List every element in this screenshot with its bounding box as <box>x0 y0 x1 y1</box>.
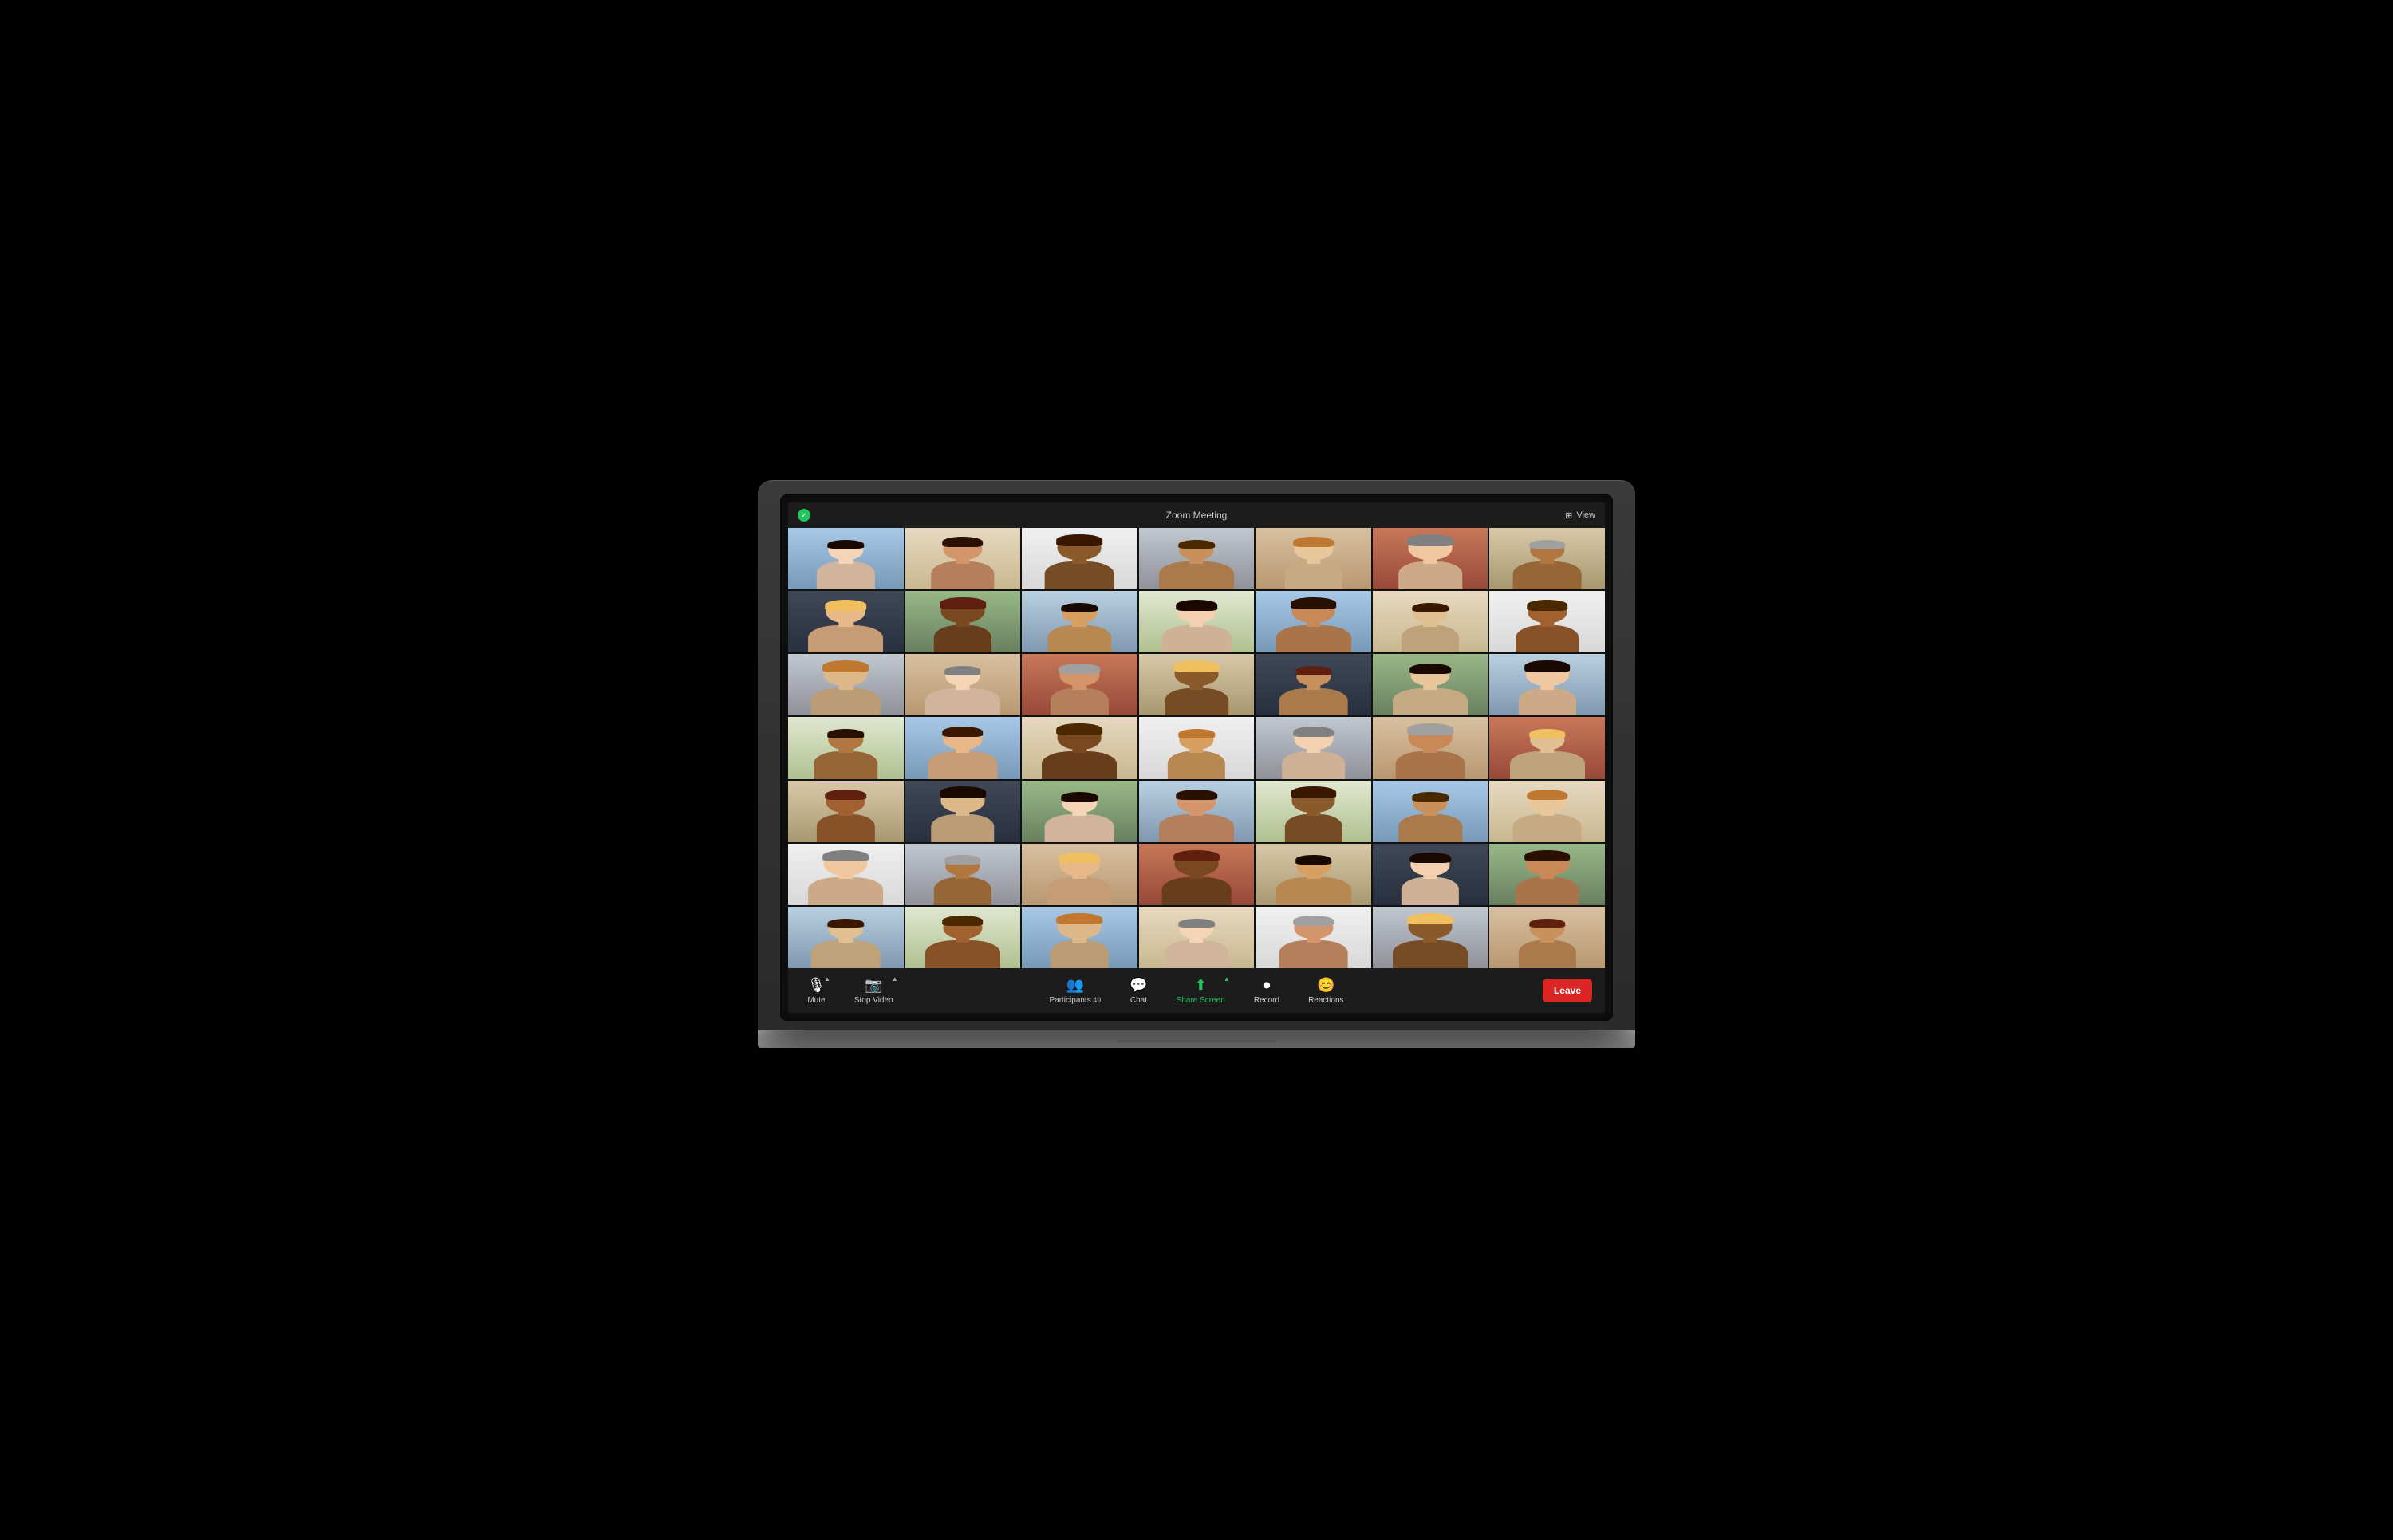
video-cell[interactable] <box>1139 844 1255 905</box>
video-cell[interactable] <box>1139 528 1255 589</box>
stop-video-button[interactable]: ▲ 📷 Stop Video <box>848 974 900 1008</box>
toolbar-center: 👥 Participants 49 💬 Chat ▲ ⬆ Share S <box>1043 974 1350 1008</box>
video-cell[interactable] <box>788 654 904 715</box>
video-cell[interactable] <box>1373 591 1488 652</box>
video-cell[interactable] <box>1139 654 1255 715</box>
share-screen-button[interactable]: ▲ ⬆ Share Screen <box>1170 974 1232 1008</box>
toolbar: ▲ 🎙 Mute ▲ 📷 Stop Video <box>788 968 1605 1013</box>
view-button[interactable]: ⊞ View <box>1565 510 1595 521</box>
mute-label: Mute <box>807 996 825 1005</box>
chat-button[interactable]: 💬 Chat <box>1123 974 1153 1008</box>
video-cell[interactable] <box>1256 844 1371 905</box>
laptop-notch <box>1117 1040 1276 1045</box>
participants-label: Participants 49 <box>1049 996 1101 1005</box>
video-cell[interactable] <box>1256 907 1371 968</box>
video-cell[interactable] <box>1373 528 1488 589</box>
video-cell[interactable] <box>788 528 904 589</box>
video-cell[interactable] <box>905 781 1021 842</box>
video-cell[interactable] <box>1489 717 1605 778</box>
view-label: View <box>1576 510 1595 520</box>
share-caret: ▲ <box>1224 975 1230 983</box>
reactions-icon: 😊 <box>1317 977 1334 994</box>
video-cell[interactable] <box>905 591 1021 652</box>
screen: ✓ Zoom Meeting ⊞ View <box>788 502 1605 1013</box>
view-grid-icon: ⊞ <box>1565 510 1572 521</box>
video-cell[interactable] <box>788 717 904 778</box>
video-cell[interactable] <box>1139 717 1255 778</box>
share-icon: ⬆ <box>1195 977 1207 994</box>
video-cell[interactable] <box>1256 591 1371 652</box>
video-cell[interactable] <box>1489 844 1605 905</box>
mute-button[interactable]: ▲ 🎙 Mute <box>801 974 832 1008</box>
video-cell[interactable] <box>1022 528 1137 589</box>
video-cell[interactable] <box>1256 717 1371 778</box>
video-cell[interactable] <box>788 907 904 968</box>
laptop-frame: ✓ Zoom Meeting ⊞ View <box>758 480 1635 1060</box>
title-bar: ✓ Zoom Meeting ⊞ View <box>788 502 1605 528</box>
share-screen-label: Share Screen <box>1177 996 1225 1005</box>
video-cell[interactable] <box>1256 781 1371 842</box>
reactions-label: Reactions <box>1308 996 1343 1005</box>
video-cell[interactable] <box>905 717 1021 778</box>
mute-caret: ▲ <box>824 975 830 983</box>
video-cell[interactable] <box>788 781 904 842</box>
video-cell[interactable] <box>1256 528 1371 589</box>
video-cell[interactable] <box>1489 654 1605 715</box>
meeting-title: Zoom Meeting <box>1166 510 1228 521</box>
record-label: Record <box>1254 996 1279 1005</box>
leave-button[interactable]: Leave <box>1543 979 1592 1002</box>
laptop-base <box>758 1030 1635 1048</box>
video-cell[interactable] <box>1022 781 1137 842</box>
record-icon: ⏺ <box>1263 977 1270 994</box>
mic-icon: 🎙 <box>807 977 826 994</box>
shield-icon: ✓ <box>798 509 810 522</box>
participants-button[interactable]: 👥 Participants 49 <box>1043 974 1107 1008</box>
video-cell[interactable] <box>1373 654 1488 715</box>
video-cell[interactable] <box>905 844 1021 905</box>
chat-label: Chat <box>1130 996 1147 1005</box>
video-cell[interactable] <box>1373 844 1488 905</box>
video-cell[interactable] <box>1022 844 1137 905</box>
video-cell[interactable] <box>1022 591 1137 652</box>
screen-bezel: ✓ Zoom Meeting ⊞ View <box>780 494 1613 1021</box>
video-cell[interactable] <box>1022 907 1137 968</box>
video-cell[interactable] <box>1489 781 1605 842</box>
video-cell[interactable] <box>1256 654 1371 715</box>
camera-icon: 📷 <box>865 977 882 994</box>
video-cell[interactable] <box>1489 591 1605 652</box>
video-grid <box>788 528 1605 968</box>
video-caret: ▲ <box>892 975 898 983</box>
video-cell[interactable] <box>1373 907 1488 968</box>
toolbar-right: Leave <box>1543 979 1592 1002</box>
record-button[interactable]: ⏺ Record <box>1248 974 1286 1008</box>
video-cell[interactable] <box>1139 781 1255 842</box>
participants-icon: 👥 <box>1066 977 1084 994</box>
laptop-body: ✓ Zoom Meeting ⊞ View <box>758 480 1635 1030</box>
video-cell[interactable] <box>1022 717 1137 778</box>
video-cell[interactable] <box>1022 654 1137 715</box>
video-cell[interactable] <box>1139 907 1255 968</box>
laptop-shadow <box>774 1048 1619 1060</box>
video-cell[interactable] <box>1489 907 1605 968</box>
video-cell[interactable] <box>1373 781 1488 842</box>
video-cell[interactable] <box>905 654 1021 715</box>
title-bar-left: ✓ <box>798 509 810 522</box>
video-cell[interactable] <box>1489 528 1605 589</box>
toolbar-left: ▲ 🎙 Mute ▲ 📷 Stop Video <box>801 974 900 1008</box>
reactions-button[interactable]: 😊 Reactions <box>1302 974 1350 1008</box>
video-cell[interactable] <box>788 844 904 905</box>
stop-video-label: Stop Video <box>854 996 893 1005</box>
video-cell[interactable] <box>905 907 1021 968</box>
video-cell[interactable] <box>1373 717 1488 778</box>
chat-icon: 💬 <box>1129 977 1147 994</box>
video-cell[interactable] <box>905 528 1021 589</box>
video-cell[interactable] <box>788 591 904 652</box>
video-cell[interactable] <box>1139 591 1255 652</box>
